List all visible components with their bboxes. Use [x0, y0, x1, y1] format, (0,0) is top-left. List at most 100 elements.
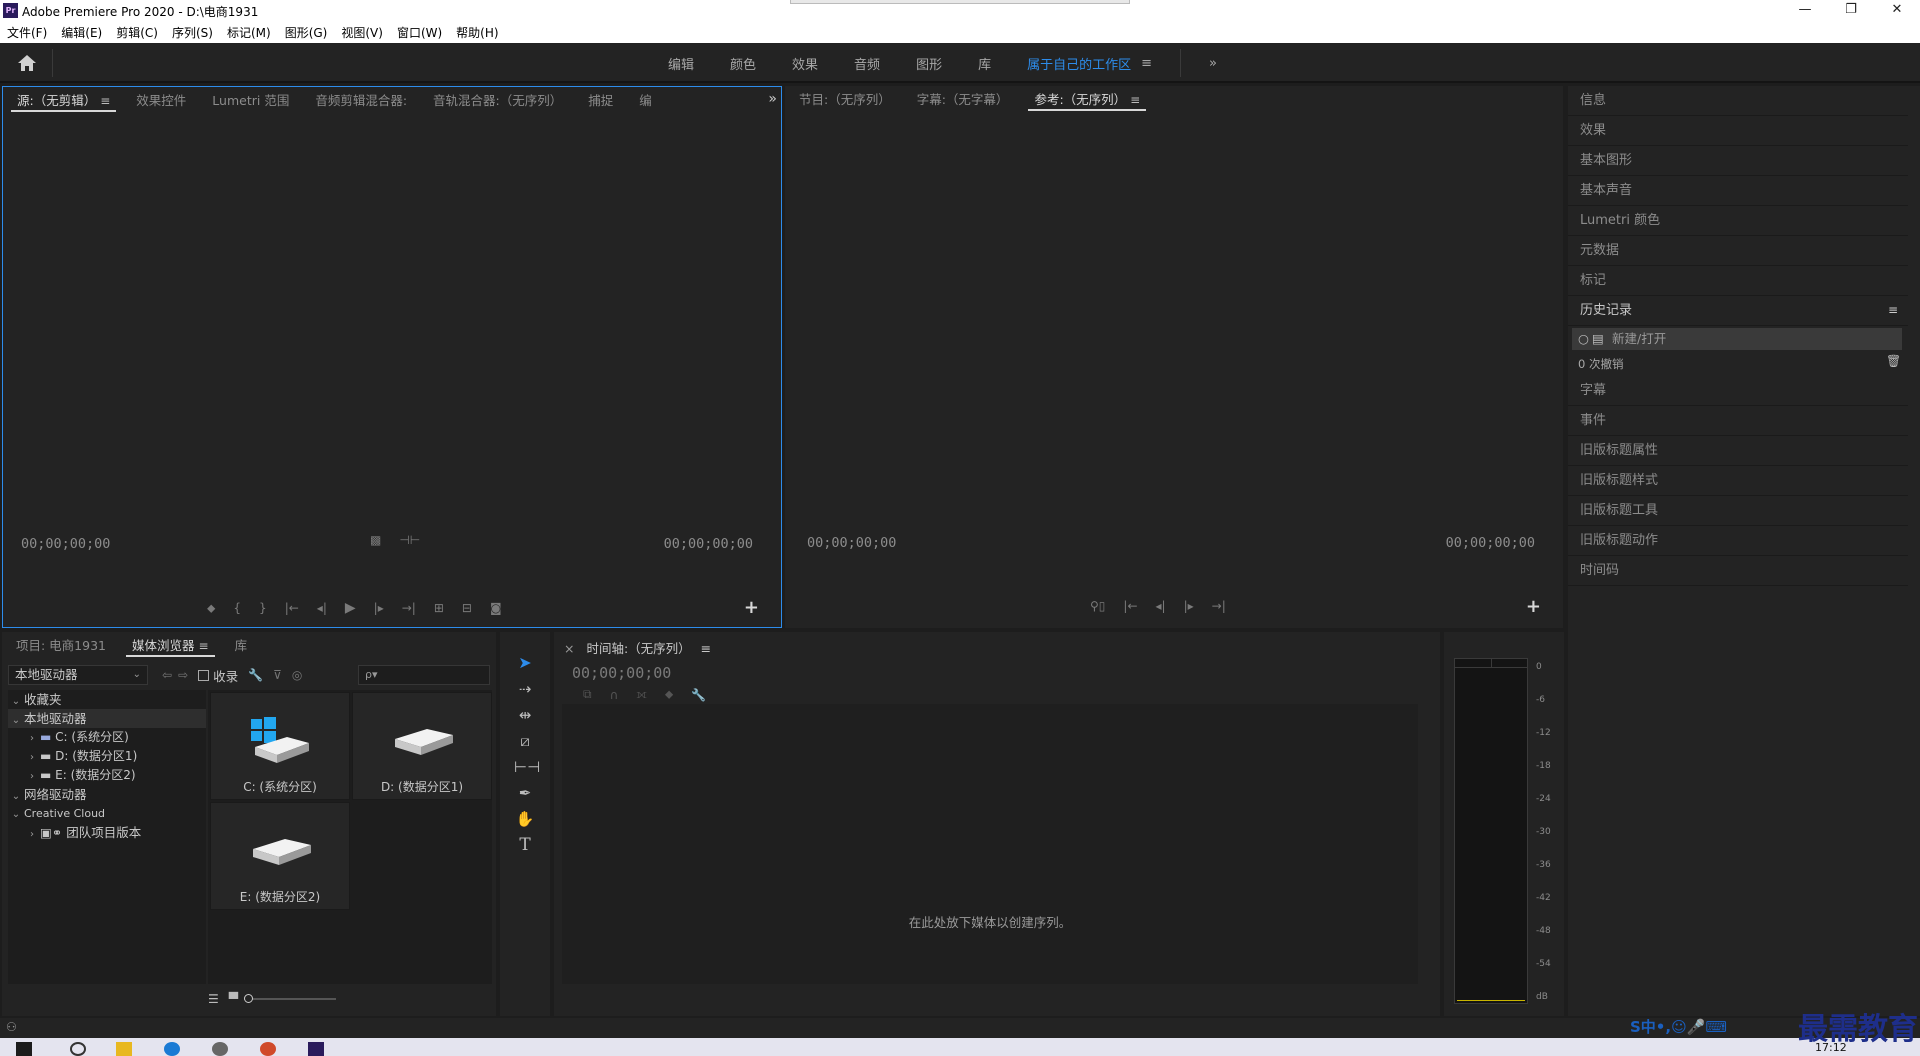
- panel-info[interactable]: 信息: [1568, 86, 1908, 116]
- back-arrow-icon[interactable]: ⇦: [162, 668, 172, 682]
- panel-menu-icon[interactable]: ≡: [1130, 93, 1140, 107]
- export-frame-icon[interactable]: ◙: [490, 601, 502, 615]
- tree-favorites[interactable]: ⌄ 收藏夹: [8, 690, 206, 709]
- filter-icon[interactable]: ⊽: [273, 668, 282, 682]
- tab-effect-controls[interactable]: 效果控件: [130, 90, 192, 112]
- tab-media-browser[interactable]: 媒体浏览器 ≡: [126, 635, 215, 657]
- snap-icon[interactable]: ∩: [610, 688, 619, 702]
- step-back-icon[interactable]: ◂|: [1156, 599, 1166, 613]
- app-icon[interactable]: [260, 1042, 276, 1056]
- list-view-icon[interactable]: ☰: [208, 992, 219, 1006]
- panel-markers[interactable]: 标记: [1568, 266, 1908, 296]
- premiere-taskbar-icon[interactable]: [308, 1042, 324, 1056]
- button-editor-icon[interactable]: +: [744, 597, 759, 618]
- mark-out-icon[interactable]: }: [259, 601, 267, 615]
- nest-icon[interactable]: ⧉: [583, 687, 592, 702]
- step-forward-icon[interactable]: |▸: [374, 601, 384, 615]
- type-tool-icon[interactable]: T: [514, 834, 536, 856]
- panel-effects[interactable]: 效果: [1568, 116, 1908, 146]
- wrench-icon[interactable]: 🔧: [248, 668, 263, 682]
- chevron-icon[interactable]: ›: [24, 767, 40, 786]
- step-back-icon[interactable]: ◂|: [317, 601, 327, 615]
- tree-creative-cloud[interactable]: ⌄ Creative Cloud: [8, 804, 206, 823]
- close-button[interactable]: ✕: [1874, 0, 1920, 22]
- tree-network-drives[interactable]: ⌄ 网络驱动器: [8, 785, 206, 804]
- chevron-icon[interactable]: ›: [24, 748, 40, 767]
- slip-tool-icon[interactable]: ⊢⊣: [514, 756, 540, 778]
- panel-captions[interactable]: 字幕: [1568, 376, 1908, 406]
- panel-legacy-title-styles[interactable]: 旧版标题样式: [1568, 466, 1908, 496]
- tabs-overflow-icon[interactable]: »: [768, 91, 777, 107]
- trash-icon[interactable]: 🗑: [1886, 354, 1901, 368]
- program-current-timecode[interactable]: 00;00;00;00: [807, 535, 896, 551]
- icon-view-icon[interactable]: ▀: [229, 992, 238, 1006]
- zoom-slider[interactable]: [244, 994, 336, 1003]
- tab-program[interactable]: 节目:（无序列）: [793, 89, 897, 111]
- panel-essential-graphics[interactable]: 基本图形: [1568, 146, 1908, 176]
- panel-legacy-title-properties[interactable]: 旧版标题属性: [1568, 436, 1908, 466]
- file-explorer-icon[interactable]: [116, 1042, 132, 1056]
- chevron-icon[interactable]: ›: [24, 825, 40, 844]
- workspace-tab-color[interactable]: 颜色: [730, 54, 756, 73]
- tab-captions[interactable]: 字幕:（无字幕）: [911, 89, 1015, 111]
- search-icon[interactable]: [70, 1042, 86, 1056]
- button-editor-icon[interactable]: +: [1526, 596, 1541, 617]
- go-to-in-icon[interactable]: |←: [285, 601, 299, 615]
- add-marker-icon[interactable]: ⬥: [665, 687, 673, 702]
- menu-file[interactable]: 文件(F): [0, 22, 54, 43]
- overwrite-icon[interactable]: ⊟: [462, 601, 472, 615]
- home-icon[interactable]: [16, 53, 38, 73]
- panel-events[interactable]: 事件: [1568, 406, 1908, 436]
- menu-window[interactable]: 窗口(W): [390, 22, 449, 43]
- selection-tool-icon[interactable]: ➤: [514, 652, 536, 674]
- linked-selection-icon[interactable]: ⟗: [636, 687, 647, 702]
- workspace-tab-edit[interactable]: 编辑: [668, 54, 694, 73]
- menu-sequence[interactable]: 序列(S): [165, 22, 220, 43]
- history-menu-icon[interactable]: ≡: [1888, 303, 1898, 317]
- history-entry[interactable]: ○ ▤ 新建/打开: [1572, 328, 1902, 350]
- go-to-out-icon[interactable]: →|: [402, 601, 416, 615]
- pen-tool-icon[interactable]: ✒: [514, 782, 536, 804]
- workspace-menu-icon[interactable]: ≡: [1141, 56, 1152, 71]
- location-dropdown[interactable]: 本地驱动器 ⌄: [8, 665, 148, 685]
- mark-in-icon[interactable]: {: [233, 601, 241, 615]
- panel-menu-icon[interactable]: ≡: [199, 639, 209, 653]
- menu-edit[interactable]: 编辑(E): [54, 22, 109, 43]
- search-input[interactable]: ρ▾: [358, 665, 490, 685]
- menu-help[interactable]: 帮助(H): [449, 22, 505, 43]
- restore-button[interactable]: ❐: [1828, 0, 1874, 22]
- workspace-tab-effects[interactable]: 效果: [792, 54, 818, 73]
- tab-project[interactable]: 项目: 电商1931: [10, 635, 112, 657]
- tree-drive-e[interactable]: › ▬ E: (数据分区2): [8, 766, 206, 785]
- menu-marker[interactable]: 标记(M): [220, 22, 278, 43]
- drop-frame-icon[interactable]: ▩: [370, 533, 381, 547]
- panel-menu-icon[interactable]: ≡: [701, 641, 711, 656]
- tab-audio-clip-mixer[interactable]: 音频剪辑混合器:: [309, 90, 413, 112]
- panel-metadata[interactable]: 元数据: [1568, 236, 1908, 266]
- start-icon[interactable]: [16, 1042, 32, 1056]
- chevron-icon[interactable]: ›: [24, 729, 40, 748]
- workspace-tab-graphics[interactable]: 图形: [916, 54, 942, 73]
- panel-menu-icon[interactable]: ≡: [100, 94, 110, 108]
- panel-history[interactable]: 历史记录: [1568, 296, 1908, 326]
- step-forward-icon[interactable]: |▸: [1184, 599, 1194, 613]
- add-marker-icon[interactable]: ⬥: [207, 601, 215, 616]
- timeline-drop-area[interactable]: 在此处放下媒体以创建序列。: [562, 704, 1418, 984]
- panel-legacy-title-actions[interactable]: 旧版标题动作: [1568, 526, 1908, 556]
- thumb-drive-d[interactable]: D: (数据分区1): [352, 692, 492, 800]
- ingest-checkbox[interactable]: [198, 669, 210, 681]
- hand-tool-icon[interactable]: ✋: [514, 808, 536, 830]
- timeline-timecode[interactable]: 00;00;00;00: [572, 664, 671, 682]
- workspace-tab-audio[interactable]: 音频: [854, 54, 880, 73]
- more-workspaces-icon[interactable]: »: [1209, 56, 1217, 71]
- workspace-tab-custom[interactable]: 属于自己的工作区: [1027, 54, 1131, 73]
- go-to-out-icon[interactable]: →|: [1212, 599, 1226, 613]
- tree-drive-d[interactable]: › ▬ D: (数据分区1): [8, 747, 206, 766]
- tab-edit-truncated[interactable]: 编: [633, 90, 658, 112]
- workspace-tab-libraries[interactable]: 库: [978, 54, 991, 73]
- tab-libraries[interactable]: 库: [229, 635, 254, 657]
- tab-source[interactable]: 源:（无剪辑） ≡: [11, 90, 117, 112]
- zoom-slider-handle[interactable]: [244, 994, 253, 1003]
- minimize-button[interactable]: —: [1782, 0, 1828, 22]
- view-icon[interactable]: ◎: [292, 668, 302, 682]
